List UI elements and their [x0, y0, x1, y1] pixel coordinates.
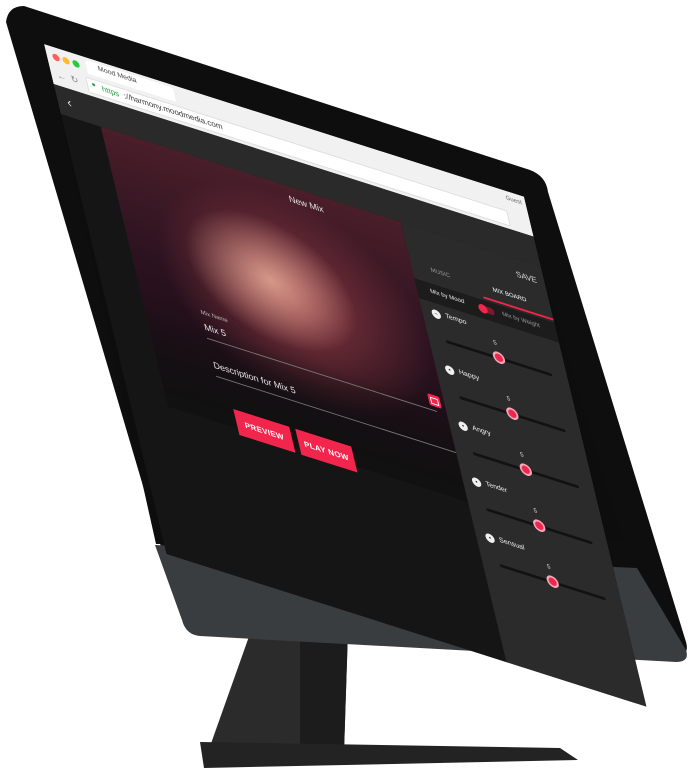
browser-profile-label[interactable]: Guest — [505, 195, 522, 206]
angry-face-icon: • — [457, 420, 469, 433]
slider-label: Tempo — [444, 312, 468, 327]
lock-icon: ● — [90, 81, 97, 90]
slider-thumb[interactable] — [545, 573, 561, 590]
mix-by-mood-label: Mix by Mood — [429, 288, 466, 306]
slider-value: 5 — [506, 396, 512, 404]
reload-icon[interactable]: ↻ — [70, 73, 80, 86]
back-button[interactable]: ‹ — [65, 94, 73, 110]
happy-face-icon: • — [444, 364, 456, 377]
slider-thumb[interactable] — [504, 405, 520, 422]
slider-thumb[interactable] — [491, 349, 507, 366]
slider-value: 5 — [533, 508, 538, 516]
save-button[interactable]: SAVE — [515, 269, 538, 285]
slider-thumb[interactable] — [518, 461, 534, 478]
slider-label: Angry — [471, 424, 492, 438]
tender-face-icon: • — [471, 476, 483, 489]
toggle-knob — [477, 302, 489, 315]
slider-value: 5 — [519, 452, 525, 460]
tempo-icon: ~ — [430, 308, 442, 321]
close-window-icon[interactable] — [51, 52, 61, 63]
slider-value: 5 — [546, 564, 552, 572]
slider-thumb[interactable] — [531, 517, 547, 534]
stand-base — [200, 742, 578, 768]
maximize-window-icon[interactable] — [71, 59, 81, 69]
back-nav-icon[interactable]: ← — [56, 70, 67, 83]
minimize-window-icon[interactable] — [61, 56, 71, 66]
tab-music[interactable]: MUSIC — [430, 267, 451, 279]
image-icon — [429, 396, 440, 406]
mix-mode-toggle[interactable] — [477, 302, 496, 316]
sensual-face-icon: • — [484, 532, 496, 545]
slider-value: 5 — [492, 340, 498, 348]
url-scheme: https — [100, 84, 121, 99]
